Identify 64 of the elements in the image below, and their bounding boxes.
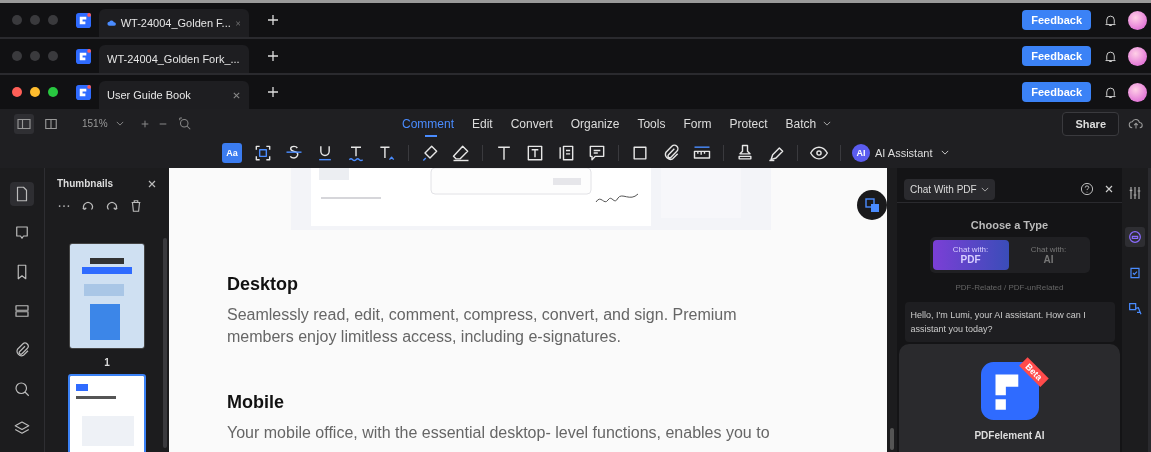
window-control-icon[interactable]: [48, 87, 58, 97]
avatar-icon[interactable]: [1128, 10, 1147, 30]
new-tab-icon[interactable]: [267, 50, 279, 62]
hint-text: PDF-Related / PDF-unRelated: [955, 283, 1064, 292]
section-title: Choose a Type: [970, 219, 1049, 231]
app-logo-icon: [76, 48, 91, 64]
feedback-button[interactable]: Feedback: [1022, 82, 1091, 102]
ai-assistant-button[interactable]: AI AI Assistant: [852, 143, 950, 162]
section-heading: Mobile: [227, 392, 285, 413]
trash-icon[interactable]: [129, 199, 143, 213]
close-icon[interactable]: [1104, 184, 1114, 194]
caret-icon[interactable]: [980, 186, 989, 192]
tab-title: User Guide Book: [107, 89, 192, 101]
section-heading: Desktop: [227, 274, 299, 295]
page-number: 1: [104, 357, 110, 368]
bell-icon[interactable]: [1103, 84, 1118, 100]
avatar-icon[interactable]: [1128, 46, 1147, 66]
zoom-in-icon[interactable]: [139, 118, 150, 129]
menu-tab[interactable]: Form: [675, 112, 720, 135]
document-tab[interactable]: WT-24004_Golden Fork_...: [99, 45, 249, 73]
new-tab-icon[interactable]: [267, 14, 279, 26]
sidebar-icon[interactable]: [14, 113, 34, 134]
page-icon[interactable]: [10, 182, 34, 206]
translate-button-icon[interactable]: [857, 190, 887, 220]
menu-tab[interactable]: Edit: [464, 112, 501, 135]
menu-tab[interactable]: Convert: [502, 112, 561, 135]
chevron-down-icon[interactable]: [115, 121, 124, 126]
document-tab[interactable]: User Guide Book: [99, 81, 249, 109]
chat-type-option[interactable]: Chat with: PDF: [932, 240, 1009, 270]
app-logo-icon: [76, 12, 91, 28]
new-tab-icon[interactable]: [267, 86, 279, 98]
close-icon[interactable]: [147, 178, 157, 189]
menu-tab[interactable]: Organize: [562, 112, 628, 135]
window-control-icon[interactable]: [12, 87, 22, 97]
stamp-icon[interactable]: [735, 142, 755, 163]
tab-title: WT-24004_Golden Fork_...: [107, 53, 240, 65]
avatar-icon[interactable]: [1128, 82, 1147, 102]
help-icon[interactable]: [1080, 182, 1094, 196]
caret-icon[interactable]: [941, 150, 950, 155]
text-style-tool[interactable]: Aa: [222, 142, 242, 163]
chat-message: Hello, I'm Lumi, your AI assistant. How can I assistant you today?: [904, 302, 1115, 342]
card-title: PDFelement AI: [974, 430, 1045, 441]
body-text: Your mobile office, with the essential desktop- level functions, enables you to: [227, 423, 771, 443]
tab-title: WT-24004_Golden F...: [120, 17, 231, 29]
bell-icon[interactable]: [1103, 48, 1118, 64]
zoom-level[interactable]: 151%: [82, 118, 108, 129]
menu-tab[interactable]: Protect: [721, 112, 776, 135]
menu-tab[interactable]: Tools: [629, 112, 674, 135]
robot-icon[interactable]: [1125, 227, 1145, 247]
bell-icon[interactable]: [1103, 12, 1118, 28]
chat-type-option[interactable]: Chat with: AI: [1010, 240, 1087, 270]
app-logo-icon: [76, 84, 91, 100]
body-text: Seamlessly read, edit, comment, compress, convert, and sign. Premium members enjoy limitless access, including e-signatures.: [227, 305, 738, 347]
menu-tab[interactable]: Batch: [777, 112, 840, 135]
document-tab[interactable]: WT-24004_Golden F...: [99, 9, 249, 37]
caret-icon[interactable]: [823, 121, 832, 126]
share-button[interactable]: Share: [1062, 111, 1119, 136]
app-logo-icon: [980, 362, 1039, 420]
window-control-icon[interactable]: [30, 87, 40, 97]
mode-dropdown[interactable]: Chat With PDF: [904, 178, 995, 200]
feedback-button[interactable]: Feedback: [1022, 10, 1091, 30]
feedback-button[interactable]: Feedback: [1022, 46, 1091, 66]
menu-tab[interactable]: Comment: [394, 112, 462, 135]
panel-title: Thumbnails: [57, 178, 114, 189]
